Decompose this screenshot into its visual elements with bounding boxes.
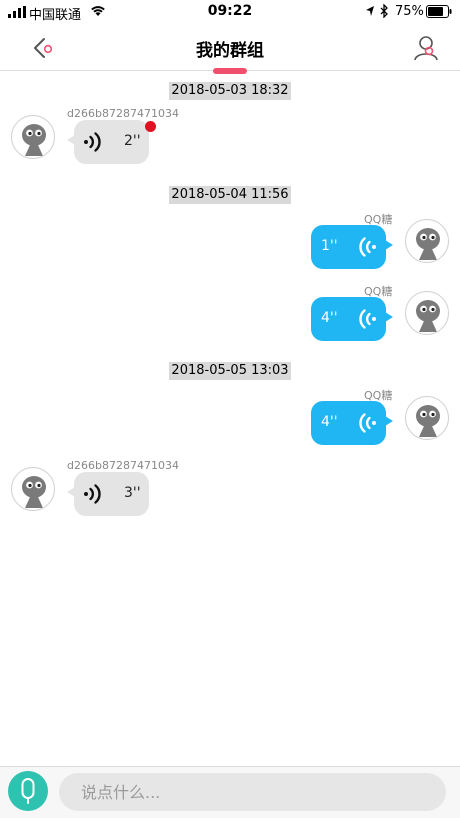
location-arrow-icon <box>366 6 374 16</box>
sender-name: d266b87287471034 <box>67 107 179 120</box>
nav-bar: 我的群组 <box>0 24 460 74</box>
pull-indicator <box>213 68 247 74</box>
timestamp: 2018-05-05 13:03 <box>0 359 460 380</box>
timestamp: 2018-05-04 11:56 <box>0 183 460 204</box>
default-avatar-icon <box>416 300 440 332</box>
voice-duration: 1'' <box>321 238 338 254</box>
status-bar: 中国联通 09:22 75% <box>0 0 460 24</box>
timestamp-label: 2018-05-03 18:32 <box>169 82 291 100</box>
timestamp-label: 2018-05-04 11:56 <box>169 186 291 204</box>
voice-message-bubble[interactable]: 3'' <box>67 472 149 516</box>
sender-name: d266b87287471034 <box>67 459 179 472</box>
voice-record-button[interactable] <box>8 771 48 811</box>
default-avatar-icon <box>416 228 440 260</box>
message-input[interactable] <box>59 773 446 811</box>
default-avatar-icon <box>22 124 46 156</box>
avatar[interactable] <box>405 396 449 440</box>
timestamp-label: 2018-05-05 13:03 <box>169 362 291 380</box>
voice-duration: 3'' <box>124 485 141 501</box>
voice-wave-icon <box>359 413 376 433</box>
default-avatar-icon <box>416 405 440 437</box>
voice-duration: 4'' <box>321 414 338 430</box>
microphone-icon <box>21 778 35 804</box>
battery-icon <box>426 5 452 18</box>
battery-percent: 75% <box>395 4 424 19</box>
voice-wave-icon <box>84 132 101 152</box>
input-bar <box>0 766 460 818</box>
voice-message-bubble[interactable]: 4'' <box>311 297 393 341</box>
voice-wave-icon <box>359 309 376 329</box>
avatar[interactable] <box>11 467 55 511</box>
page-title: 我的群组 <box>196 41 264 61</box>
status-time: 09:22 <box>207 3 253 19</box>
timestamp: 2018-05-03 18:32 <box>0 79 460 100</box>
avatar[interactable] <box>11 115 55 159</box>
voice-duration: 2'' <box>124 133 141 149</box>
bluetooth-icon <box>380 4 388 18</box>
unread-dot <box>145 121 156 132</box>
voice-message-bubble[interactable]: 2'' <box>67 120 149 164</box>
voice-wave-icon <box>359 237 376 257</box>
voice-duration: 4'' <box>321 310 338 326</box>
avatar[interactable] <box>405 219 449 263</box>
voice-wave-icon <box>84 484 101 504</box>
voice-message-bubble[interactable]: 4'' <box>311 401 393 445</box>
avatar[interactable] <box>405 291 449 335</box>
default-avatar-icon <box>22 476 46 508</box>
voice-message-bubble[interactable]: 1'' <box>311 225 393 269</box>
group-members-icon[interactable] <box>412 33 442 63</box>
